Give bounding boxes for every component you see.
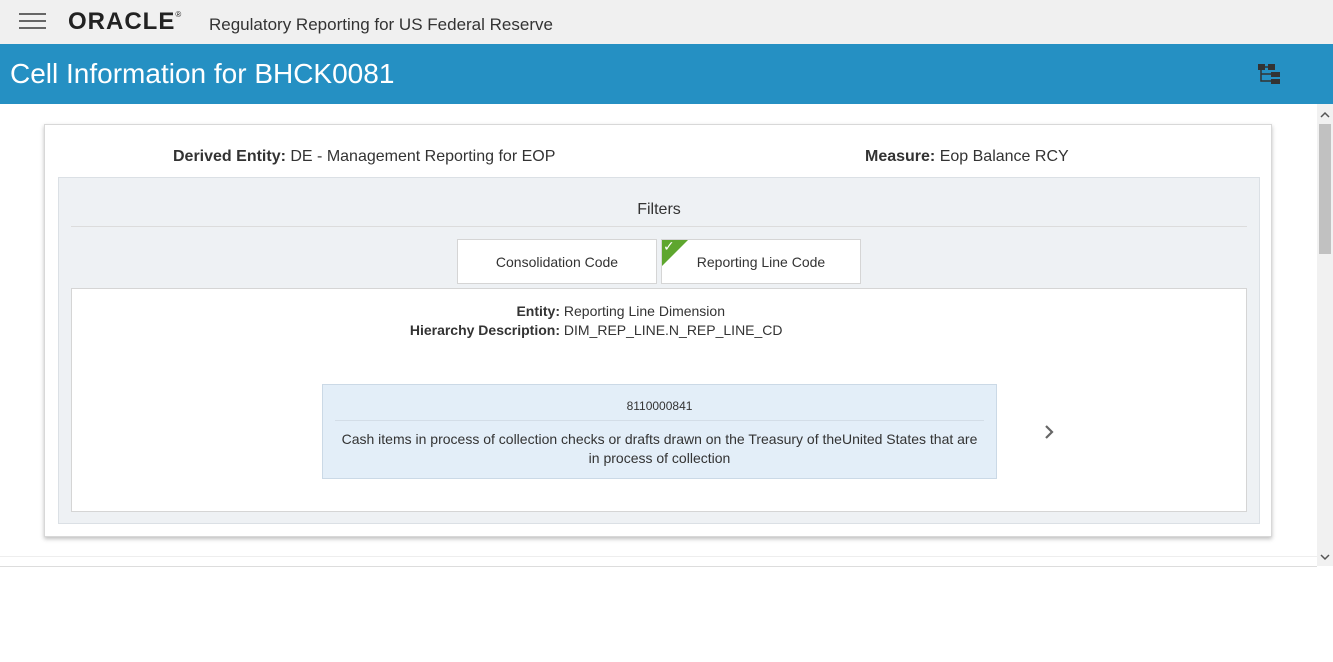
cell-info-card: Derived Entity: DE - Management Reportin… [44, 124, 1272, 537]
measure-value: Eop Balance RCY [939, 148, 1069, 165]
filter-tab-label: Reporting Line Code [696, 254, 826, 270]
hierarchy-value: DIM_REP_LINE.N_REP_LINE_CD [563, 322, 783, 338]
node-code: 8110000841 [626, 399, 693, 413]
node-description: Cash items in process of collection chec… [341, 431, 978, 466]
title-bar: Cell Information for BHCK0081 [0, 44, 1333, 104]
derived-entity: Derived Entity: DE - Management Reportin… [173, 148, 555, 166]
page-title: Cell Information for BHCK0081 [10, 58, 395, 89]
derived-entity-value: DE - Management Reporting for EOP [290, 148, 556, 165]
entity-value: Reporting Line Dimension [563, 303, 725, 319]
filter-tab-label: Consolidation Code [495, 254, 619, 270]
divider [0, 566, 1317, 567]
divider [0, 556, 1317, 557]
divider [71, 226, 1247, 227]
filter-tab-consolidation-code[interactable]: Consolidation Code [457, 239, 657, 284]
measure-label: Measure: [865, 148, 936, 165]
app-title: Regulatory Reporting for US Federal Rese… [209, 15, 553, 34]
hamburger-menu-icon[interactable] [19, 13, 46, 31]
filter-tab-reporting-line-code[interactable]: ✓ Reporting Line Code [661, 238, 861, 284]
checkmark-icon: ✓ [663, 238, 675, 254]
chevron-right-icon[interactable] [1042, 423, 1056, 441]
vertical-scrollbar[interactable] [1317, 104, 1333, 566]
oracle-logo: ORACLE® [68, 8, 183, 35]
scrollbar-thumb[interactable] [1319, 124, 1331, 254]
hierarchy-label: Hierarchy Description: [409, 322, 560, 338]
scroll-down-arrow-icon[interactable] [1317, 550, 1333, 562]
entity-label: Entity: [516, 303, 560, 319]
divider [335, 420, 984, 421]
hierarchy-node-card[interactable]: 8110000841 Cash items in process of coll… [322, 384, 997, 479]
hierarchy-row: Hierarchy Description: DIM_REP_LINE.N_RE… [72, 322, 1246, 338]
top-bar: ORACLE® Regulatory Reporting for US Fede… [0, 0, 1333, 44]
filters-panel: Filters Consolidation Code ✓ Reporting L… [58, 177, 1260, 524]
scroll-up-arrow-icon[interactable] [1317, 108, 1333, 120]
derived-entity-label: Derived Entity: [173, 148, 286, 165]
filters-title: Filters [637, 201, 681, 218]
entity-row: Entity: Reporting Line Dimension [72, 303, 1246, 319]
filter-detail-panel: Entity: Reporting Line Dimension Hierarc… [71, 288, 1247, 512]
hierarchy-icon[interactable] [1257, 63, 1281, 85]
measure: Measure: Eop Balance RCY [865, 148, 1069, 166]
